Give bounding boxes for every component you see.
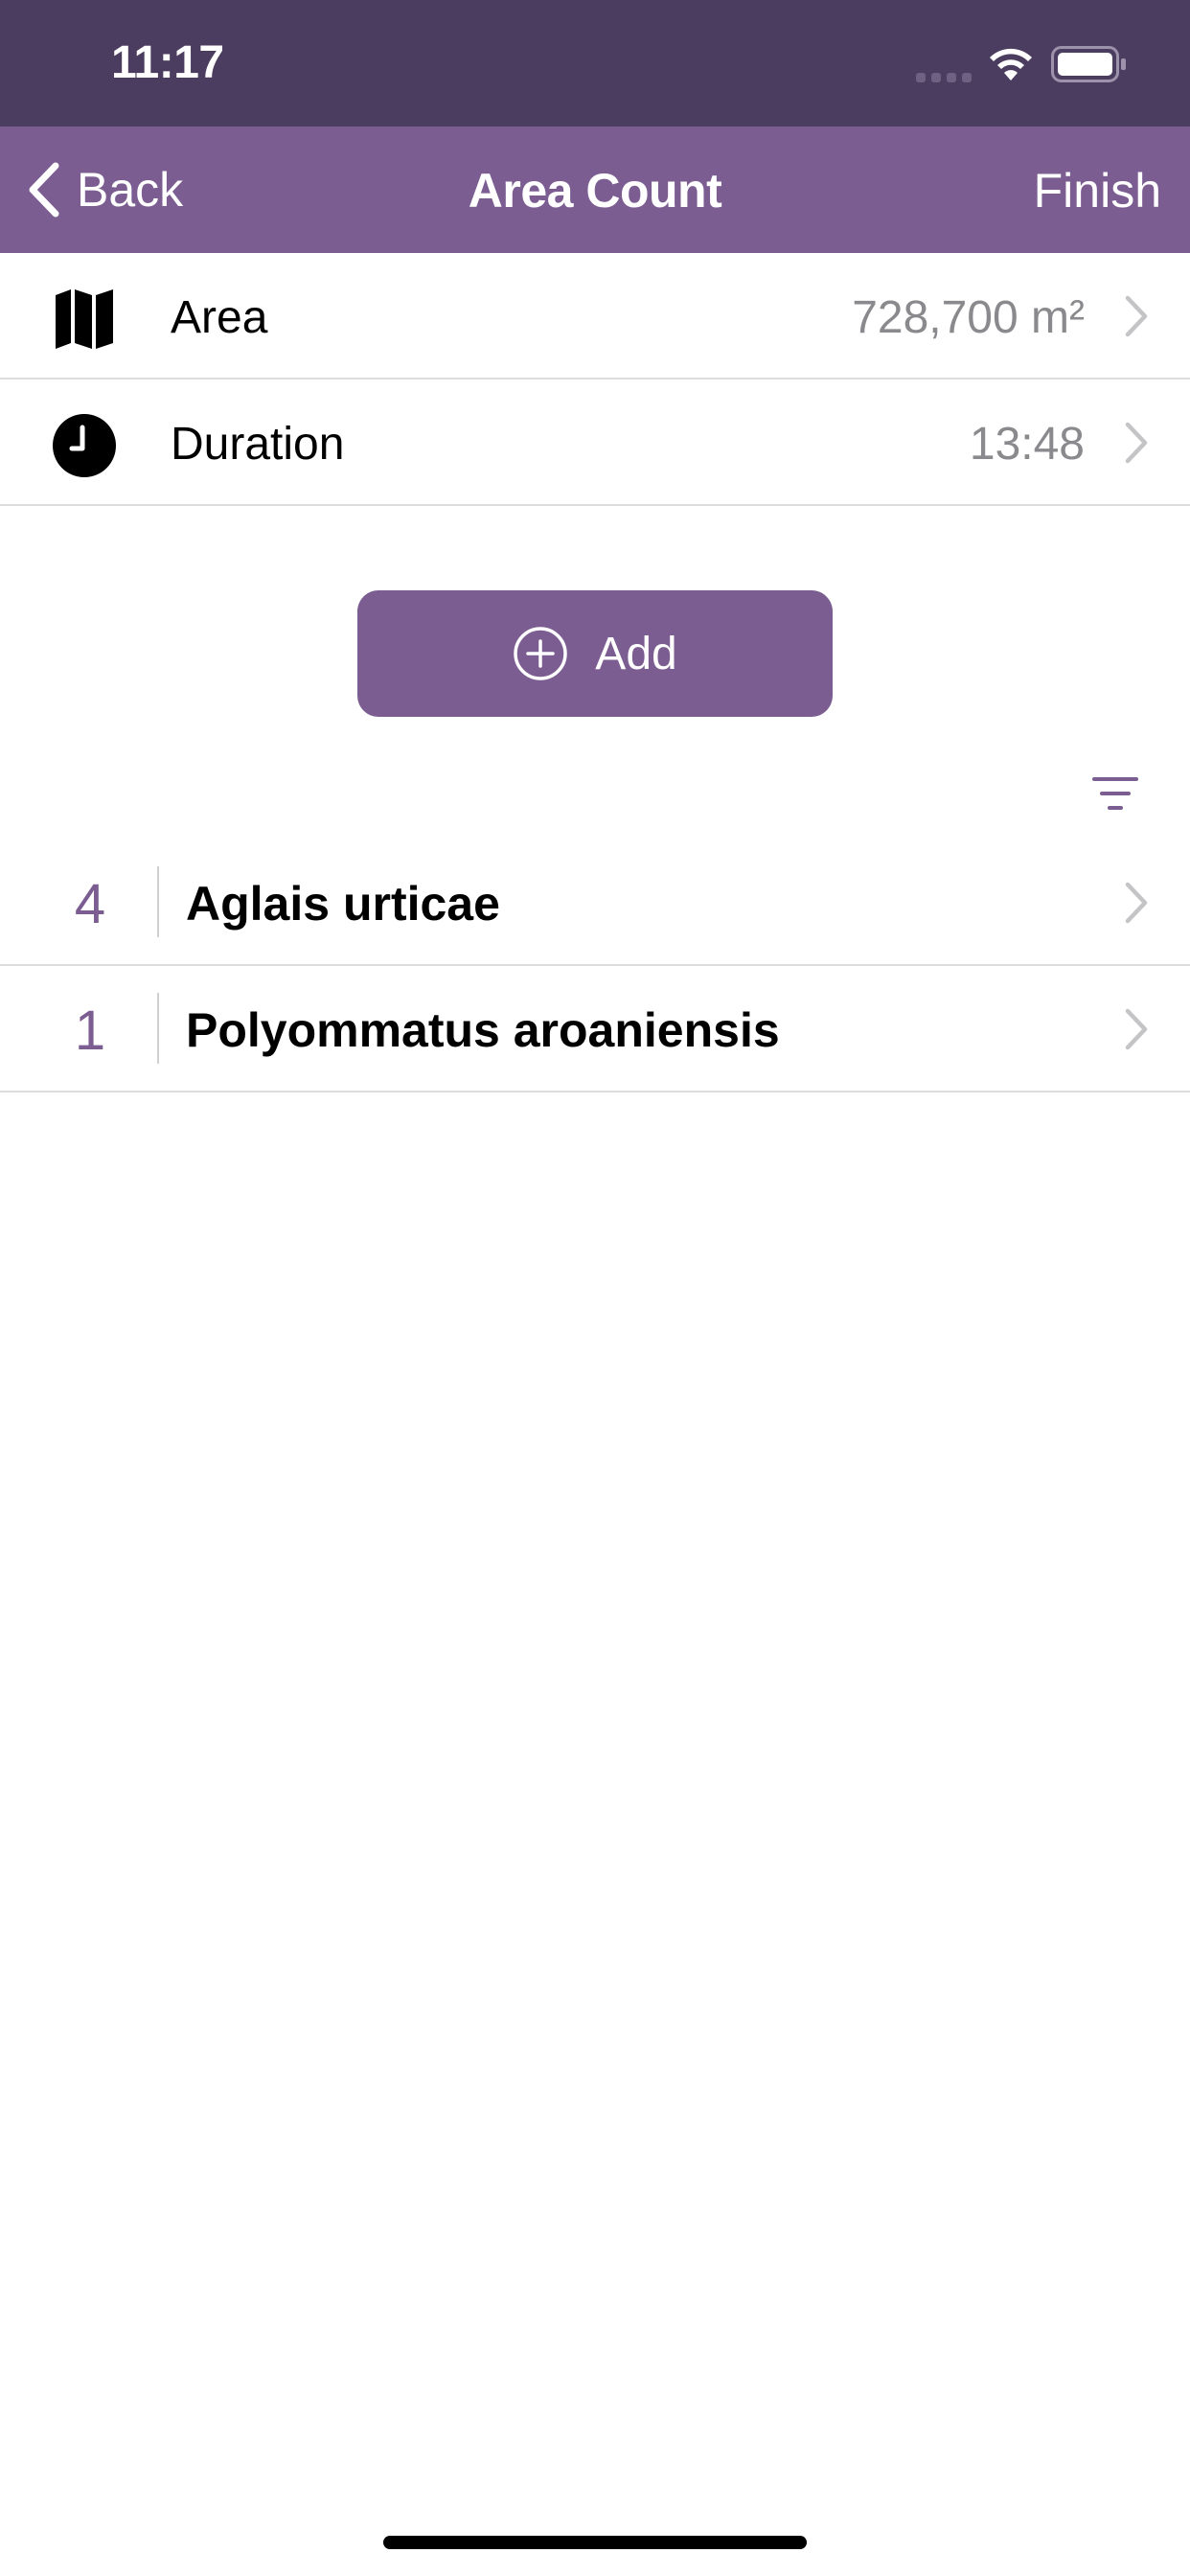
add-button[interactable]: Add xyxy=(357,590,833,717)
home-indicator[interactable] xyxy=(383,2536,807,2549)
species-row[interactable]: 1 Polyommatus aroaniensis xyxy=(0,966,1190,1092)
navigation-bar: Back Area Count Finish xyxy=(0,126,1190,253)
species-count: 1 xyxy=(74,1000,106,1062)
status-bar: 11:17 xyxy=(0,0,1190,126)
filter-icon[interactable] xyxy=(1092,776,1138,811)
chevron-right-icon xyxy=(1125,295,1148,337)
page-title: Area Count xyxy=(468,164,722,218)
species-name: Polyommatus aroaniensis xyxy=(186,1003,780,1057)
status-time: 11:17 xyxy=(111,37,224,88)
row-divider xyxy=(157,993,159,1064)
app-screen: 11:17 Back Area Count Finish Area 728,70… xyxy=(0,0,1190,2576)
area-value: 728,700 m² xyxy=(852,292,1085,343)
species-row[interactable]: 4 Aglais urticae xyxy=(0,840,1190,966)
wifi-icon xyxy=(990,48,1032,80)
species-name: Aglais urticae xyxy=(186,877,500,931)
duration-row[interactable]: Duration 13:48 xyxy=(0,380,1190,506)
clock-icon xyxy=(53,414,116,477)
area-row[interactable]: Area 728,700 m² xyxy=(0,253,1190,380)
area-label: Area xyxy=(171,292,268,343)
row-divider xyxy=(157,866,159,937)
species-count: 4 xyxy=(74,873,106,935)
finish-button[interactable]: Finish xyxy=(1034,163,1161,218)
chevron-right-icon xyxy=(1125,882,1148,924)
chevron-right-icon xyxy=(1125,422,1148,464)
cellular-signal-icon xyxy=(916,73,972,82)
duration-label: Duration xyxy=(171,419,345,470)
chevron-right-icon xyxy=(1125,1008,1148,1050)
add-label: Add xyxy=(595,628,677,679)
battery-icon xyxy=(1051,46,1126,82)
duration-value: 13:48 xyxy=(969,419,1085,470)
map-icon xyxy=(56,289,113,349)
plus-circle-icon xyxy=(514,627,568,680)
